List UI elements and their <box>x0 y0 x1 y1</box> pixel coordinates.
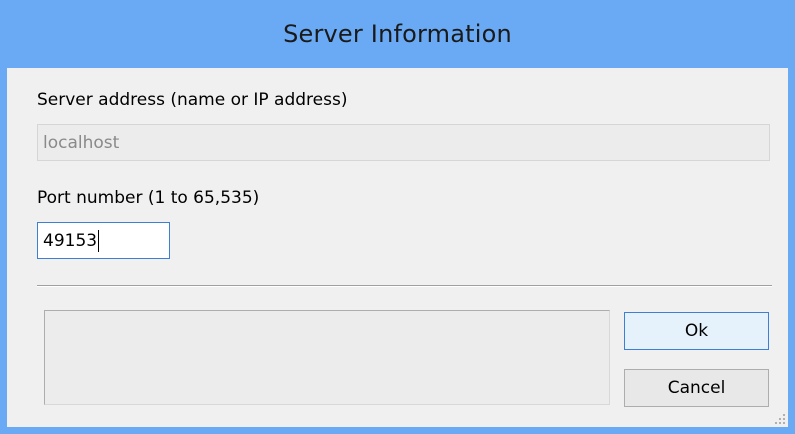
server-info-dialog: Server Information Server address (name … <box>0 0 795 434</box>
separator <box>37 285 772 287</box>
dialog-title: Server Information <box>283 20 512 48</box>
resize-grip-icon[interactable] <box>774 413 786 425</box>
port-number-input[interactable]: 49153 <box>37 222 170 259</box>
server-address-input[interactable]: localhost <box>37 124 770 161</box>
status-message-box <box>44 310 610 405</box>
server-address-label: Server address (name or IP address) <box>37 90 348 110</box>
title-bar[interactable]: Server Information <box>0 0 795 68</box>
cancel-button[interactable]: Cancel <box>624 369 769 407</box>
port-number-value: 49153 <box>43 230 98 251</box>
ok-button[interactable]: Ok <box>624 312 769 350</box>
port-number-label: Port number (1 to 65,535) <box>37 188 260 208</box>
text-caret <box>98 229 100 252</box>
server-address-value: localhost <box>43 132 120 153</box>
